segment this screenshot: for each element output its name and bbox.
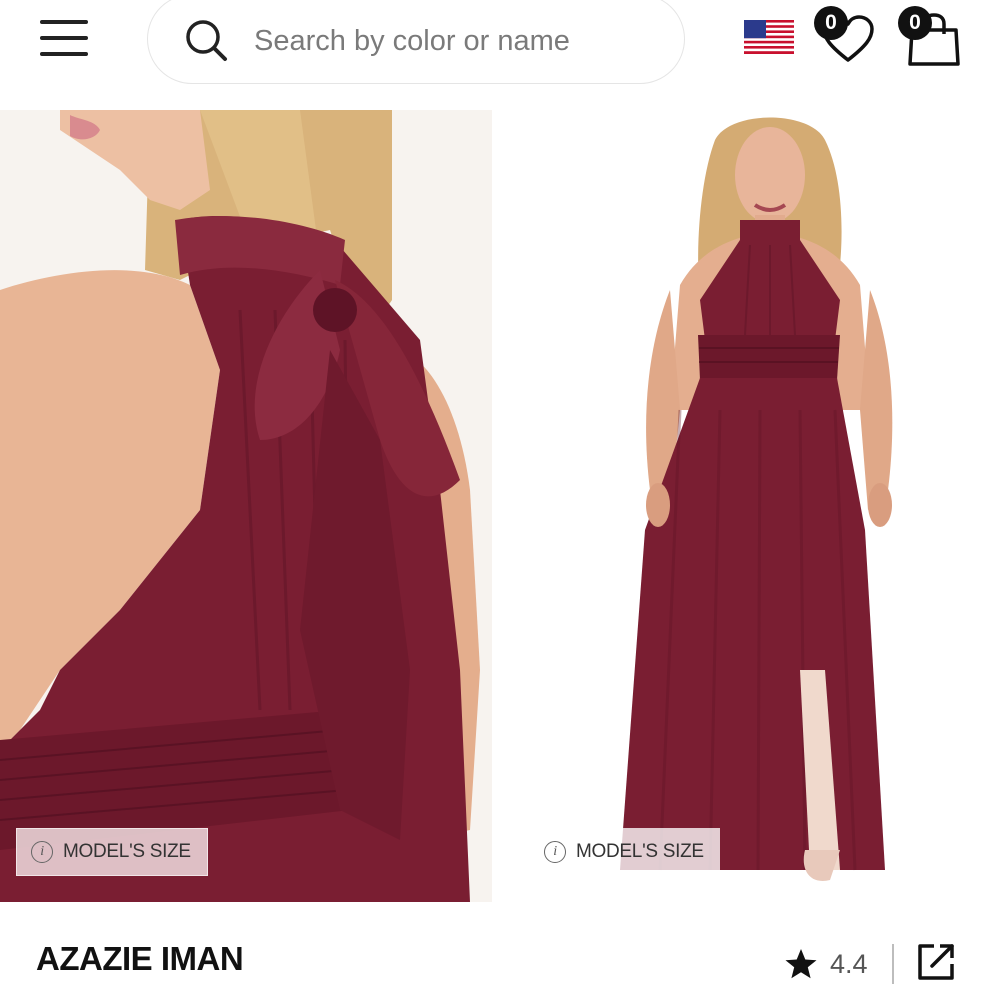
- product-rating[interactable]: 4.4: [784, 944, 868, 984]
- info-icon: i: [31, 841, 53, 863]
- cart-count-badge: 0: [898, 6, 932, 40]
- model-size-label: MODEL'S SIZE: [576, 841, 704, 862]
- search-input[interactable]: [252, 18, 656, 64]
- dress-front-illustration: [500, 110, 1000, 902]
- wishlist-button[interactable]: 0: [814, 6, 878, 66]
- share-external-icon[interactable]: [916, 942, 956, 982]
- rating-value: 4.4: [830, 948, 868, 979]
- model-size-button[interactable]: i MODEL'S SIZE: [16, 828, 208, 876]
- cart-button[interactable]: 0: [898, 6, 964, 66]
- product-image-back-detail[interactable]: i MODEL'S SIZE: [0, 110, 492, 902]
- hamburger-menu-icon[interactable]: [38, 16, 90, 60]
- divider: [892, 944, 894, 984]
- us-flag-icon[interactable]: [744, 20, 794, 54]
- model-size-label: MODEL'S SIZE: [63, 841, 191, 862]
- dress-back-illustration: [0, 110, 492, 902]
- info-icon: i: [544, 841, 566, 863]
- search-icon[interactable]: [182, 17, 230, 65]
- wishlist-count-badge: 0: [814, 6, 848, 40]
- top-header: 0 0: [0, 0, 1000, 100]
- model-size-button[interactable]: i MODEL'S SIZE: [530, 828, 720, 876]
- star-icon: [785, 949, 817, 979]
- product-title: AZAZIE IMAN: [36, 940, 244, 977]
- product-image-front-full[interactable]: i MODEL'S SIZE: [500, 110, 1000, 902]
- product-image-gallery[interactable]: i MODEL'S SIZE i MODEL'S SIZE: [0, 110, 1000, 902]
